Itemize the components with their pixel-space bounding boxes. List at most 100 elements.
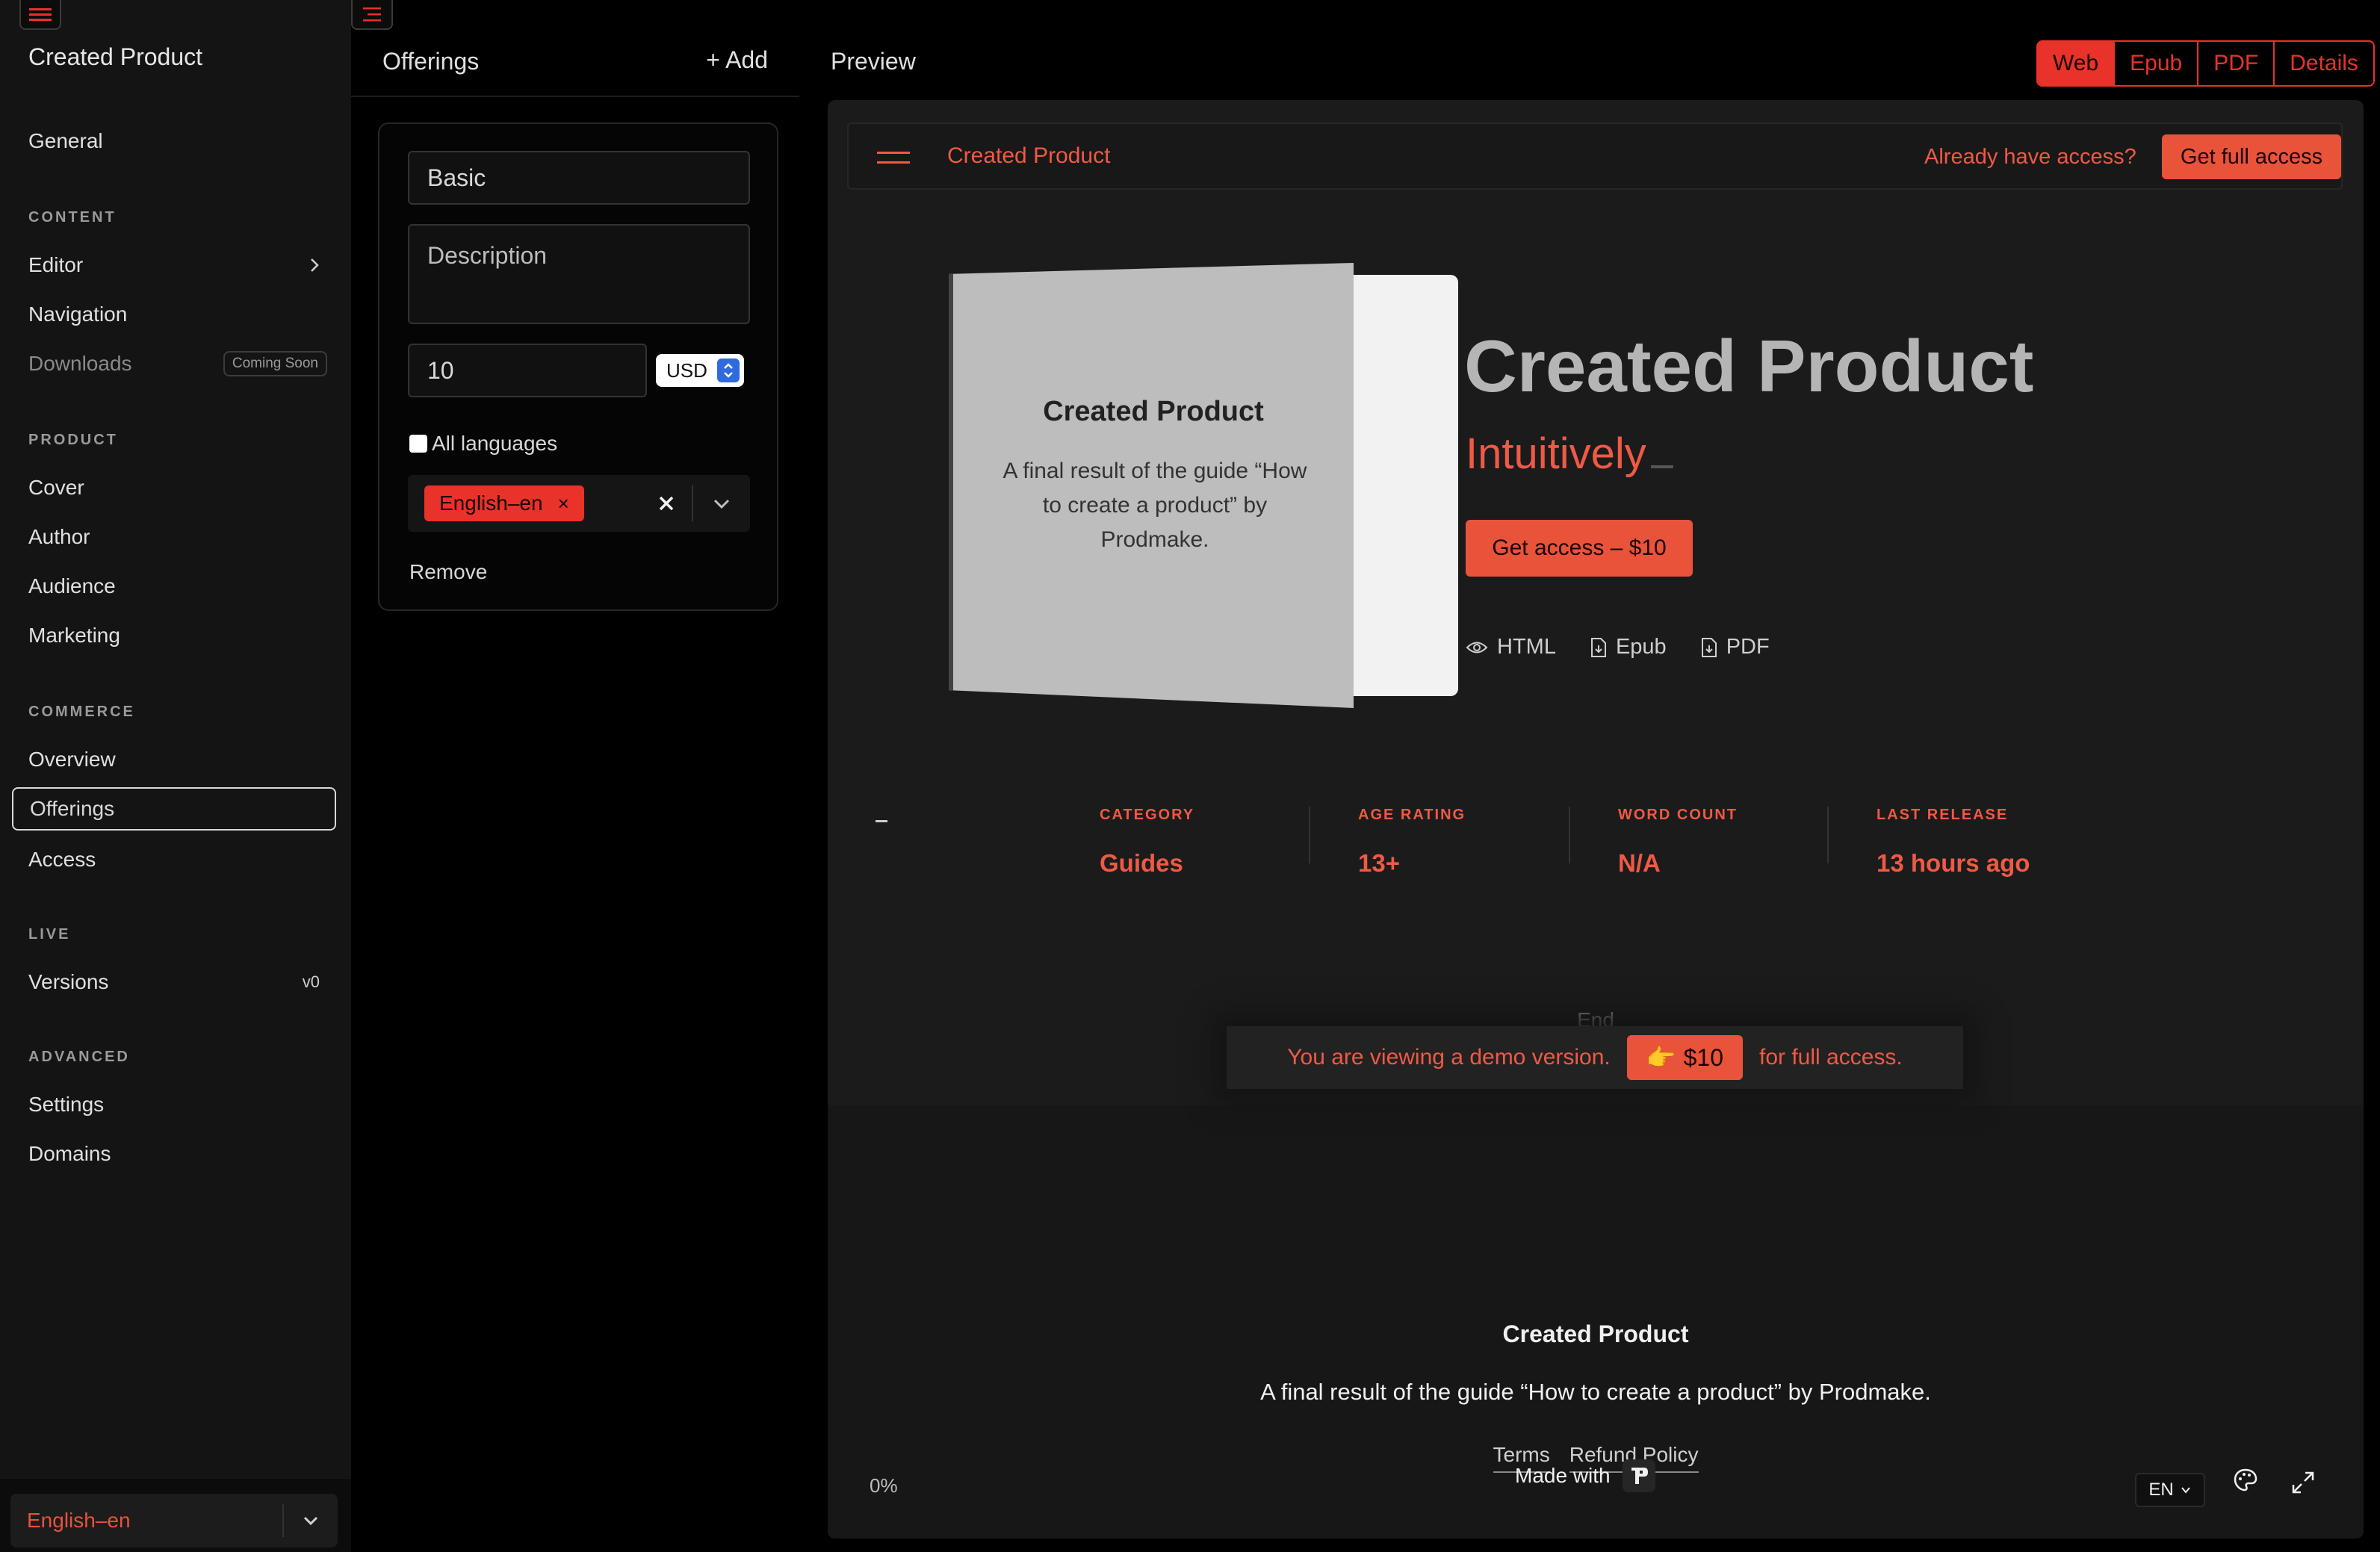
book-subtitle: A final result of the guide “How to crea… [1002,459,1307,552]
sidebar-item-cover[interactable]: Cover [12,466,336,509]
sidebar-item-marketing[interactable]: Marketing [12,614,336,657]
chevron-down-icon [303,1516,318,1526]
sidebar-item-label: Downloads [28,352,132,375]
remove-offering-button[interactable]: Remove [409,560,487,584]
preview-title: Preview [831,48,916,75]
stat-divider [1827,807,1829,863]
tab-epub[interactable]: Epub [2113,42,2197,85]
sidebar-item-navigation[interactable]: Navigation [12,293,336,336]
sidebar-item-label: Navigation [28,302,128,326]
hamburger-icon[interactable] [877,149,910,166]
preview-topbar: Created Product Already have access? Get… [847,122,2343,190]
format-html-link[interactable]: HTML [1466,635,1556,659]
sidebar-item-label: Overview [28,748,116,771]
reading-progress: 0% [870,1474,898,1497]
sidebar-item-label: Versions [28,970,109,993]
sidebar-item-settings[interactable]: Settings [12,1083,336,1126]
already-have-access-link[interactable]: Already have access? [1924,145,2136,170]
sidebar-item-overview[interactable]: Overview [12,738,336,781]
sidebar-menu-button[interactable] [19,0,61,30]
sidebar-item-label: Author [28,525,90,548]
demo-banner: You are viewing a demo version. 👉 $10 fo… [1227,1026,1963,1089]
file-download-icon [1590,637,1606,657]
sidebar-item-audience[interactable]: Audience [12,565,336,608]
all-languages-label: All languages [432,432,558,455]
coming-soon-badge: Coming Soon [223,351,327,376]
offerings-title: Offerings [382,48,480,75]
chevron-down-icon [2181,1487,2190,1494]
all-languages-checkbox[interactable] [409,435,427,453]
format-epub-link[interactable]: Epub [1590,635,1667,659]
offerings-header: Offerings + Add [351,0,799,97]
expand-icon[interactable] [2290,1470,2316,1495]
sidebar-item-label: Audience [28,574,116,597]
book-cover: Created Product A final result of the gu… [949,263,1354,708]
language-multiselect[interactable]: English–en × [408,475,750,532]
preview-brand[interactable]: Created Product [947,143,1110,169]
typing-cursor [1650,465,1673,468]
language-select[interactable]: English–en [10,1494,338,1548]
section-advanced: ADVANCED [28,1049,130,1065]
sidebar-item-versions[interactable]: Versions v0 [12,960,336,1004]
get-full-access-button[interactable]: Get full access [2162,134,2341,179]
sidebar-item-label: Editor [28,253,84,276]
format-pdf-link[interactable]: PDF [1701,635,1770,659]
sidebar-item-label: Offerings [30,797,115,820]
chevron-down-icon[interactable] [711,493,732,514]
format-links: HTML Epub PDF [1466,635,1770,659]
sidebar-item-domains[interactable]: Domains [12,1132,336,1176]
sidebar-item-label: Access [28,848,96,871]
section-live: LIVE [28,926,71,943]
stat-value: 13 hours ago [1877,849,2030,877]
demo-button-label: $10 [1683,1043,1723,1071]
format-label: PDF [1726,635,1770,659]
sidebar-item-author[interactable]: Author [12,515,336,559]
sidebar-item-label: Settings [28,1093,105,1116]
stat-category: CATEGORY Guides [1100,807,1194,889]
made-with-label: Made with [1515,1464,1611,1487]
section-product: PRODUCT [28,432,118,448]
footer-title: Created Product [1502,1320,1689,1347]
made-with[interactable]: Made with [1515,1459,1655,1492]
chip-remove-button[interactable]: × [558,492,569,515]
tab-pdf[interactable]: PDF [2197,42,2273,85]
stat-divider [1309,807,1310,863]
pointing-hand-icon: 👉 [1646,1044,1676,1071]
language-chip-label: English–en [439,491,543,515]
offering-description-input[interactable]: Description [408,224,750,324]
get-access-button[interactable]: Get access – $10 [1466,520,1693,577]
preview-frame: Created Product Already have access? Get… [828,100,2364,1539]
currency-select[interactable]: USD [656,354,744,387]
palette-icon[interactable] [2232,1467,2259,1494]
tab-web[interactable]: Web [2038,42,2114,85]
sidebar-item-label: General [28,129,103,152]
offering-price-input[interactable]: 10 [408,344,647,397]
sidebar: Created Product General CONTENT Editor N… [0,0,351,1552]
sidebar-item-access[interactable]: Access [12,838,336,881]
clear-icon[interactable] [653,490,680,517]
stat-age-rating: AGE RATING 13+ [1358,807,1466,889]
stat-divider [1569,807,1570,863]
select-spinner-icon [717,358,740,382]
offering-name-input[interactable]: Basic [408,151,750,205]
sidebar-item-label: Marketing [28,624,120,647]
offerings-panel: Offerings + Add Basic Description 10 USD… [351,0,799,1552]
tab-details[interactable]: Details [2273,42,2373,85]
hero-title: Created Product [1464,325,2034,407]
sidebar-item-downloads: Downloads Coming Soon [12,342,336,385]
stat-label: CATEGORY [1100,807,1195,823]
sidebar-item-editor[interactable]: Editor [12,243,336,287]
all-languages-row[interactable]: All languages [409,432,557,456]
sidebar-item-offerings[interactable]: Offerings [12,787,336,831]
currency-value: USD [666,358,707,382]
footer-subtitle: A final result of the guide “How to crea… [1260,1379,1931,1405]
stat-label: LAST RELEASE [1877,807,2009,823]
preview-language-select[interactable]: EN [2135,1473,2205,1507]
file-download-icon [1701,637,1717,657]
stat-label: WORD COUNT [1618,807,1738,823]
demo-buy-button[interactable]: 👉 $10 [1626,1035,1743,1080]
language-select-value: English–en [27,1509,131,1532]
sidebar-item-general[interactable]: General [12,119,336,163]
add-offering-button[interactable]: + Add [706,46,768,74]
format-label: Epub [1615,635,1667,659]
